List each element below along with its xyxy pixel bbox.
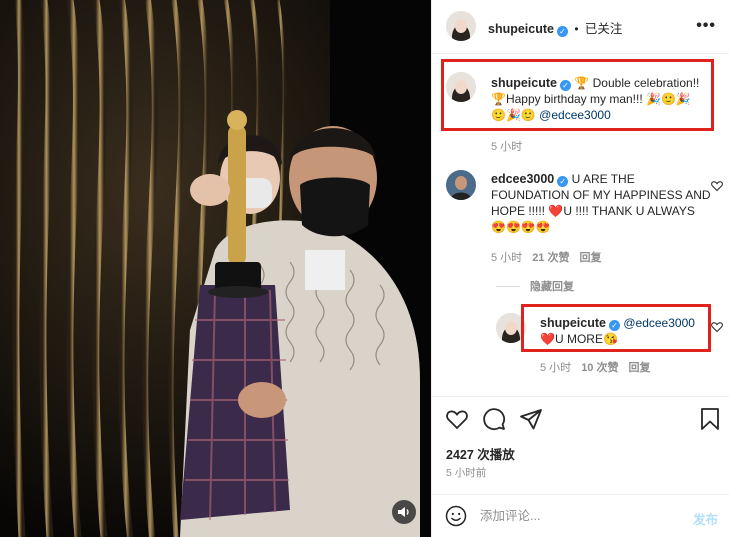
reply-likes[interactable]: 10 次赞	[581, 362, 618, 374]
caption-meta: 5 小时	[491, 138, 532, 154]
champion-emoji-icon: 🏆	[491, 92, 506, 106]
verified-badge-icon: ✓	[557, 176, 569, 187]
post-timestamp[interactable]: 5 小时前	[446, 465, 486, 480]
comment-input[interactable]	[480, 506, 680, 526]
reply-mention-link[interactable]: @edcee3000	[623, 316, 695, 330]
caption-line1: Double celebration!!	[589, 76, 700, 90]
comment-composer: 发布	[432, 494, 729, 537]
more-options-button[interactable]: •••	[696, 17, 716, 35]
mute-toggle-button[interactable]	[392, 500, 416, 524]
post-header: shupeicute ✓ • 已关注 •••	[432, 0, 729, 54]
reply-like-heart-icon[interactable]	[711, 321, 723, 333]
reply-text: shupeicute ✓ @edcee3000 ❤️U MORE😘	[540, 315, 710, 347]
heart-eyes-emoji-icon: 😍😍😍😍	[491, 220, 551, 234]
red-heart-emoji-icon: ❤️	[548, 204, 564, 218]
reply-meta: 5 小时 10 次赞 回复	[540, 359, 660, 375]
following-button[interactable]: 已关注	[585, 22, 623, 36]
reply-body: U MORE	[554, 332, 603, 346]
smiley-icon[interactable]	[445, 505, 467, 527]
view-count[interactable]: 2427 次播放	[446, 444, 515, 463]
caption-text: shupeicute ✓ 🏆 Double celebration!! 🏆Happ…	[491, 75, 716, 123]
comment-icon[interactable]	[482, 407, 506, 431]
comment-reply-button[interactable]: 回复	[579, 252, 601, 264]
bookmark-icon[interactable]	[698, 407, 722, 431]
caption-mention-link[interactable]: @edcee3000	[539, 108, 611, 122]
avatar[interactable]	[446, 11, 476, 41]
post-sidebar: shupeicute ✓ • 已关注 ••• shupeicute ✓ 🏆 Doub…	[431, 0, 729, 537]
caption-avatar[interactable]	[446, 72, 476, 102]
post-comment-button[interactable]: 发布	[693, 509, 718, 528]
party-emoji-icon: 🎉🙂🎉	[646, 92, 691, 106]
reply-reply-button[interactable]: 回复	[628, 362, 650, 374]
party-emoji-icon: 🙂🎉🙂	[491, 108, 536, 122]
reply-username[interactable]: shupeicute	[540, 316, 606, 330]
comment-likes[interactable]: 21 次赞	[532, 252, 569, 264]
caption-username[interactable]: shupeicute	[491, 76, 557, 90]
video-frame	[0, 0, 431, 537]
heart-icon[interactable]	[445, 407, 469, 431]
commenter-avatar[interactable]	[446, 170, 476, 200]
verified-badge-icon: ✓	[557, 26, 568, 37]
reply-time[interactable]: 5 小时	[540, 362, 571, 374]
comment-meta: 5 小时 21 次赞 回复	[491, 249, 611, 265]
caption-line2: Happy birthday my man!!!	[505, 92, 647, 106]
red-heart-emoji-icon: ❤️	[540, 332, 555, 346]
comment-time[interactable]: 5 小时	[491, 252, 522, 264]
post-video[interactable]	[0, 0, 431, 537]
comment-username[interactable]: edcee3000	[491, 172, 554, 186]
comment-like-heart-icon[interactable]	[711, 180, 723, 192]
post-actions	[432, 396, 729, 442]
comment-text: edcee3000 ✓ U ARE THE FOUNDATION OF MY HA…	[491, 171, 713, 235]
champion-emoji-icon: 🏆	[574, 76, 590, 90]
kiss-emoji-icon: 😘	[602, 332, 618, 346]
caption-time[interactable]: 5 小时	[491, 141, 522, 153]
header-username[interactable]: shupeicute	[488, 22, 554, 36]
send-icon[interactable]	[519, 407, 543, 431]
comment-body-2: U !!!! THANK U ALWAYS	[563, 204, 695, 218]
hide-replies-button[interactable]: 隐藏回复	[530, 278, 574, 294]
speaker-icon	[398, 507, 409, 517]
verified-badge-icon: ✓	[609, 320, 620, 331]
header-user-line: shupeicute ✓ • 已关注	[488, 18, 622, 37]
header-separator: •	[574, 22, 579, 36]
reply-avatar[interactable]	[496, 313, 526, 343]
verified-badge-icon: ✓	[560, 80, 571, 91]
